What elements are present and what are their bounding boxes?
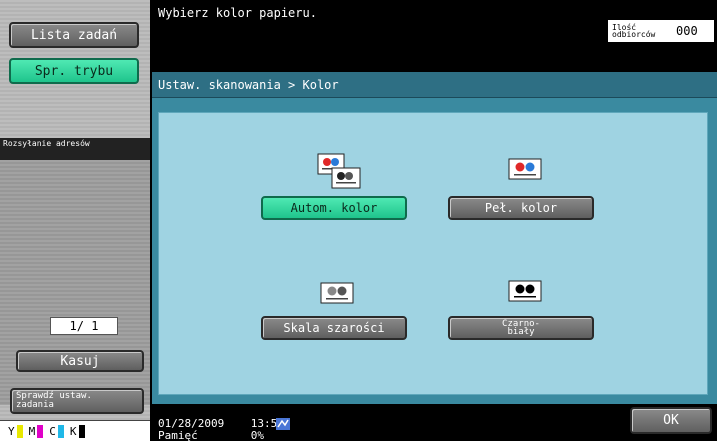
toner-black-swatch: [78, 424, 85, 438]
full-color-icon: [508, 158, 542, 180]
black-white-button[interactable]: Czarno-biały: [448, 316, 594, 340]
toner-cyan: C: [49, 424, 64, 438]
check-job-settings-button[interactable]: Sprawdź ustaw. zadania: [10, 388, 144, 414]
memory-status: Pamięć 0%: [158, 429, 264, 442]
page-counter-label: 1/ 1: [69, 319, 99, 333]
recipients-label: Ilość odbiorców: [612, 23, 656, 39]
full-color-button[interactable]: Peł. kolor: [448, 196, 594, 220]
auto-color-icon: [317, 153, 363, 189]
breadcrumb: Ustaw. skanowania > Kolor: [152, 72, 717, 98]
grayscale-label: Skala szarości: [283, 321, 385, 335]
toner-magenta-swatch: [37, 424, 44, 438]
job-list-label: Lista zadań: [30, 27, 118, 43]
mode-check-button[interactable]: Spr. trybu: [9, 58, 139, 84]
check-job-settings-label: Sprawdź ustaw. zadania: [16, 391, 92, 410]
date-time: 01/28/2009 13:55: [158, 417, 284, 430]
toner-yellow: Y: [8, 424, 23, 438]
network-status-icon: [276, 415, 290, 430]
address-book-tab[interactable]: Rozsyłanie adresów: [0, 138, 150, 160]
recipients-counter: Ilość odbiorców 000: [608, 20, 714, 42]
toner-levels: Y M C K: [0, 420, 150, 441]
full-color-label: Peł. kolor: [484, 201, 558, 215]
delete-label: Kasuj: [60, 353, 100, 369]
ok-label: OK: [663, 413, 679, 428]
page-counter: 1/ 1: [50, 317, 118, 335]
breadcrumb-label: Ustaw. skanowania > Kolor: [158, 77, 339, 92]
mode-check-label: Spr. trybu: [34, 63, 114, 79]
toner-black: K: [70, 424, 85, 438]
auto-color-label: Autom. kolor: [290, 201, 378, 215]
grayscale-icon: [320, 282, 354, 304]
ok-button[interactable]: OK: [630, 407, 712, 434]
auto-color-button[interactable]: Autom. kolor: [261, 196, 407, 220]
recipients-count: 000: [676, 24, 698, 38]
toner-cyan-swatch: [57, 424, 64, 438]
grayscale-button[interactable]: Skala szarości: [261, 316, 407, 340]
black-white-label: Czarno-biały: [502, 319, 540, 337]
toner-magenta: M: [29, 424, 44, 438]
black-white-icon: [508, 280, 542, 302]
delete-button[interactable]: Kasuj: [16, 350, 144, 372]
instruction-message: Wybierz kolor papieru.: [158, 6, 317, 20]
job-list-button[interactable]: Lista zadań: [9, 22, 139, 48]
toner-yellow-swatch: [16, 424, 23, 438]
color-options-panel: [158, 112, 708, 395]
address-book-label: Rozsyłanie adresów: [3, 139, 90, 148]
